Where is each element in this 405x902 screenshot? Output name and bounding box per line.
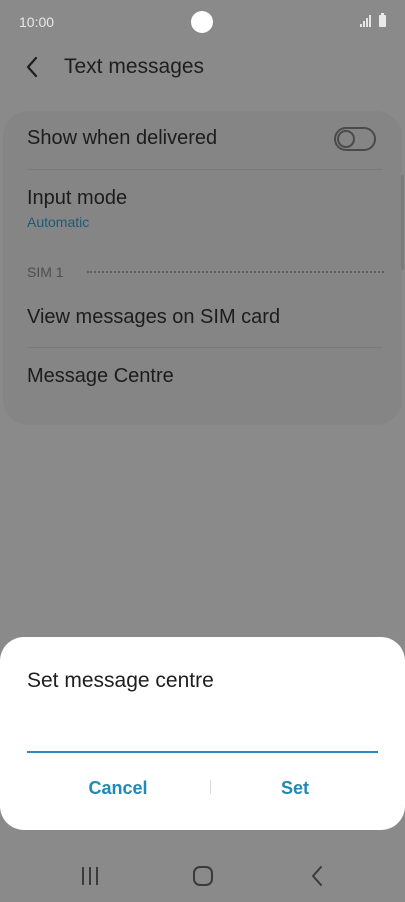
divider: [27, 347, 382, 348]
battery-icon: [379, 13, 386, 27]
recents-icon[interactable]: [75, 864, 105, 888]
front-camera-cutout: [191, 11, 213, 33]
divider: [27, 169, 382, 170]
status-time: 10:00: [19, 14, 55, 30]
view-messages-row[interactable]: View messages on SIM card: [27, 306, 384, 329]
nav-back-icon[interactable]: [302, 864, 332, 888]
sim-section-label: SIM 1: [27, 264, 64, 280]
navigation-bar: [0, 846, 405, 902]
input-mode-label: Input mode: [27, 187, 128, 209]
toggle-knob: [337, 130, 355, 148]
app-bar: Text messages: [0, 44, 405, 88]
message-centre-label: Message Centre: [27, 365, 174, 387]
show-when-delivered-row[interactable]: Show when delivered: [27, 127, 384, 150]
message-centre-input[interactable]: [27, 721, 378, 753]
page-title: Text messages: [64, 55, 205, 78]
chevron-left-icon[interactable]: [18, 52, 48, 82]
view-messages-label: View messages on SIM card: [27, 306, 281, 328]
button-separator: [210, 780, 211, 794]
scrollbar[interactable]: [401, 175, 404, 270]
message-centre-row[interactable]: Message Centre: [27, 365, 384, 388]
show-when-delivered-toggle[interactable]: [334, 127, 376, 151]
cancel-button[interactable]: Cancel: [20, 774, 216, 802]
home-icon[interactable]: [188, 864, 218, 888]
dialog-title: Set message centre: [27, 669, 214, 692]
input-mode-value: Automatic: [27, 214, 90, 230]
settings-card: Show when delivered Input mode Automatic…: [3, 111, 402, 425]
signal-icon: [360, 15, 371, 27]
status-bar: 10:00: [0, 0, 405, 44]
set-button[interactable]: Set: [212, 774, 378, 802]
input-mode-row[interactable]: Input mode Automatic: [27, 187, 384, 230]
sim-section-header: SIM 1: [27, 262, 384, 280]
set-message-centre-dialog: Set message centre Cancel Set: [0, 637, 405, 830]
section-dotted-line: [87, 271, 384, 273]
show-when-delivered-label: Show when delivered: [27, 127, 218, 149]
